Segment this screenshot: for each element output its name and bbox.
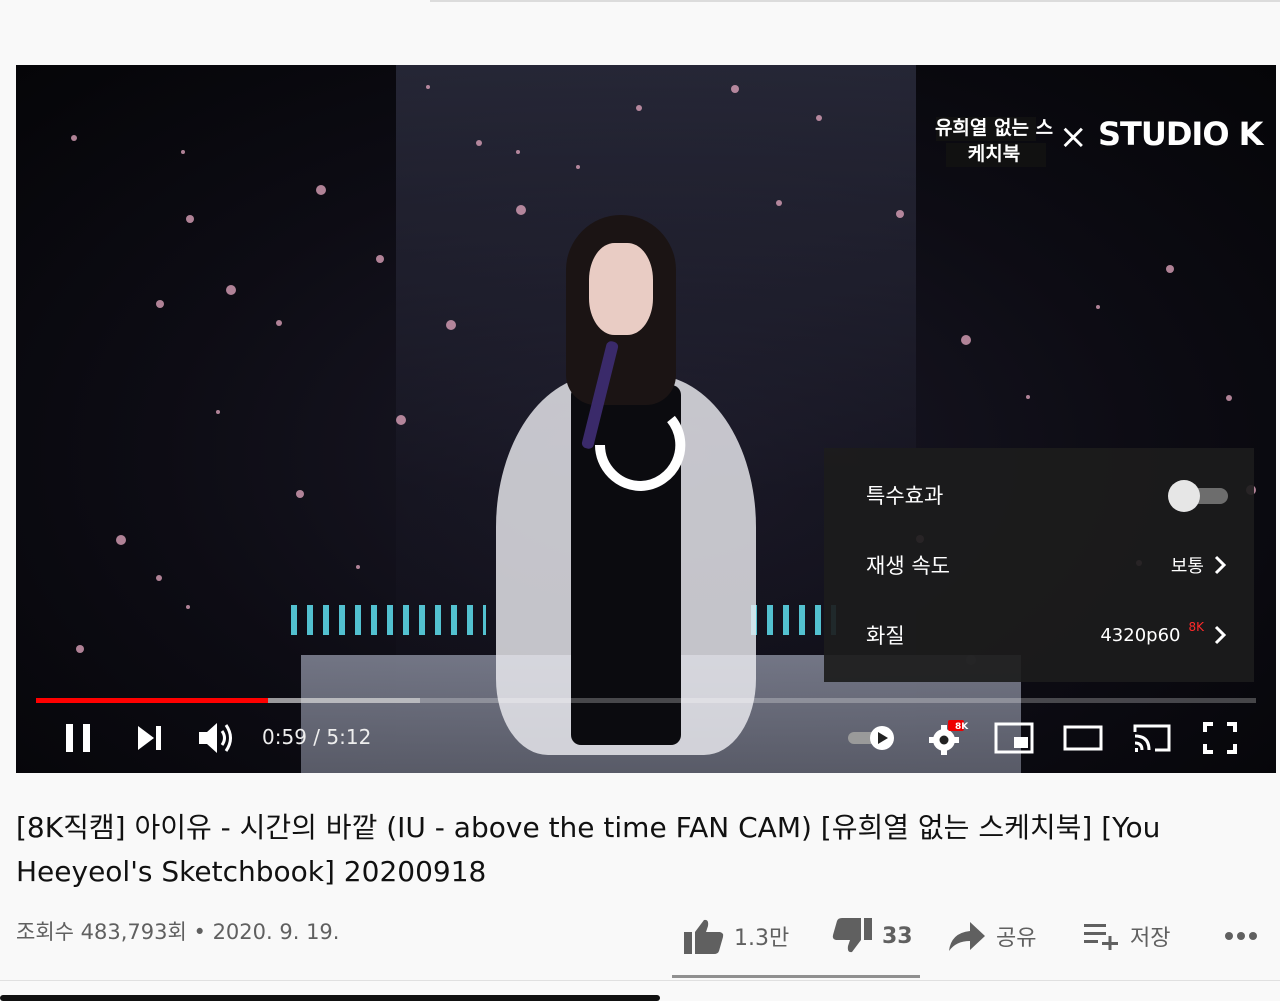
quality-8k-badge: 8K (1188, 620, 1204, 634)
progress-bar[interactable] (36, 698, 1256, 703)
more-icon (1225, 932, 1257, 940)
action-underline (672, 975, 920, 978)
particle (896, 210, 904, 218)
dislike-count: 33 (882, 923, 913, 949)
next-icon (138, 726, 161, 750)
autoplay-toggle-icon (848, 726, 894, 750)
settings-button[interactable]: 8K (924, 718, 968, 758)
progress-played (36, 698, 268, 703)
annotations-label: 특수효과 (866, 484, 944, 508)
miniplayer-icon (994, 722, 1034, 754)
loading-spinner (595, 415, 686, 492)
chevron-right-icon (1214, 555, 1227, 575)
volume-button[interactable] (194, 718, 238, 758)
particle (576, 165, 580, 169)
time-total: 5:12 (326, 725, 372, 749)
dislike-button[interactable]: 33 (832, 912, 913, 960)
thumbs-down-icon (832, 918, 872, 953)
theater-icon (1063, 725, 1103, 751)
particle (776, 200, 782, 206)
studio-logo: STUDIO K (1098, 115, 1263, 153)
share-button[interactable]: 공유 (948, 912, 1036, 960)
thumbs-up-icon (684, 919, 724, 954)
like-count: 1.3만 (734, 926, 790, 951)
particle (516, 150, 520, 154)
particle (181, 150, 185, 154)
pause-button[interactable] (56, 718, 100, 758)
quality-row[interactable]: 화질 4320p60 8K (824, 600, 1254, 670)
action-bar: 1.3만 33 공유 저장 (0, 912, 1280, 960)
miniplayer-button[interactable] (992, 718, 1036, 758)
particle (636, 105, 642, 111)
particle (446, 320, 456, 330)
share-label: 공유 (996, 926, 1037, 951)
settings-8k-badge: 8K (955, 722, 969, 732)
particle (356, 565, 360, 569)
cast-button[interactable] (1130, 718, 1174, 758)
particle (1026, 395, 1030, 399)
particle (216, 410, 220, 414)
particle (1166, 265, 1174, 273)
particle (1226, 395, 1232, 401)
particle (1096, 305, 1100, 309)
speed-label: 재생 속도 (866, 554, 950, 578)
time-current: 0:59 (262, 725, 307, 749)
particle (186, 215, 194, 223)
fullscreen-icon (1203, 722, 1237, 754)
particle (76, 645, 84, 653)
particle (376, 255, 384, 263)
bottom-scroll-indicator (0, 995, 660, 1001)
more-actions-button[interactable] (1224, 912, 1258, 960)
bottom-divider (0, 980, 1280, 981)
particle (816, 115, 822, 121)
time-display: 0:59 / 5:12 (262, 725, 371, 749)
playlist-add-icon (1084, 924, 1118, 950)
particle (156, 300, 164, 308)
particle (116, 535, 126, 545)
annotations-row[interactable]: 특수효과 (824, 460, 1254, 530)
particle (226, 285, 236, 295)
particle (426, 85, 430, 89)
save-label: 저장 (1130, 926, 1171, 951)
particle (516, 205, 526, 215)
share-icon (949, 922, 985, 951)
fullscreen-button[interactable] (1198, 718, 1242, 758)
pause-icon (66, 724, 90, 752)
like-button[interactable]: 1.3만 (684, 912, 789, 960)
time-separator: / (313, 725, 321, 749)
logo-separator-x: × (1059, 117, 1088, 157)
particle (396, 415, 406, 425)
particle (186, 605, 190, 609)
top-divider (430, 0, 1280, 2)
player-controls: 0:59 / 5:12 8K (16, 710, 1276, 766)
annotations-toggle[interactable] (1168, 480, 1228, 512)
save-button[interactable]: 저장 (1084, 912, 1170, 960)
next-button[interactable] (128, 718, 172, 758)
cast-icon (1133, 724, 1171, 752)
particle (316, 185, 326, 195)
channel-logo: 유희열 없는 스케치북 (934, 115, 1054, 177)
autoplay-toggle[interactable] (844, 718, 898, 758)
particle (296, 490, 304, 498)
stage-lights-left (291, 605, 486, 635)
volume-icon (199, 723, 232, 753)
particle (961, 335, 971, 345)
particle (156, 575, 162, 581)
video-title: [8K직캠] 아이유 - 시간의 바깥 (IU - above the time… (16, 811, 1161, 888)
speed-row[interactable]: 재생 속도 보통 (824, 530, 1254, 600)
quality-value: 4320p60 (1100, 624, 1181, 646)
particle (71, 135, 77, 141)
speed-value: 보통 (1170, 556, 1204, 577)
channel-logo-text: 유희열 없는 스케치북 (934, 117, 1054, 165)
particle (476, 140, 482, 146)
theater-mode-button[interactable] (1061, 718, 1105, 758)
particle (276, 320, 282, 326)
particle (731, 85, 739, 93)
settings-menu: 특수효과 재생 속도 보통 화질 4320p60 8K (824, 448, 1254, 682)
video-player[interactable]: 유희열 없는 스케치북 × STUDIO K 특수효과 재생 속도 보통 화질 … (16, 65, 1276, 773)
chevron-right-icon (1214, 625, 1227, 645)
quality-label: 화질 (866, 624, 905, 648)
